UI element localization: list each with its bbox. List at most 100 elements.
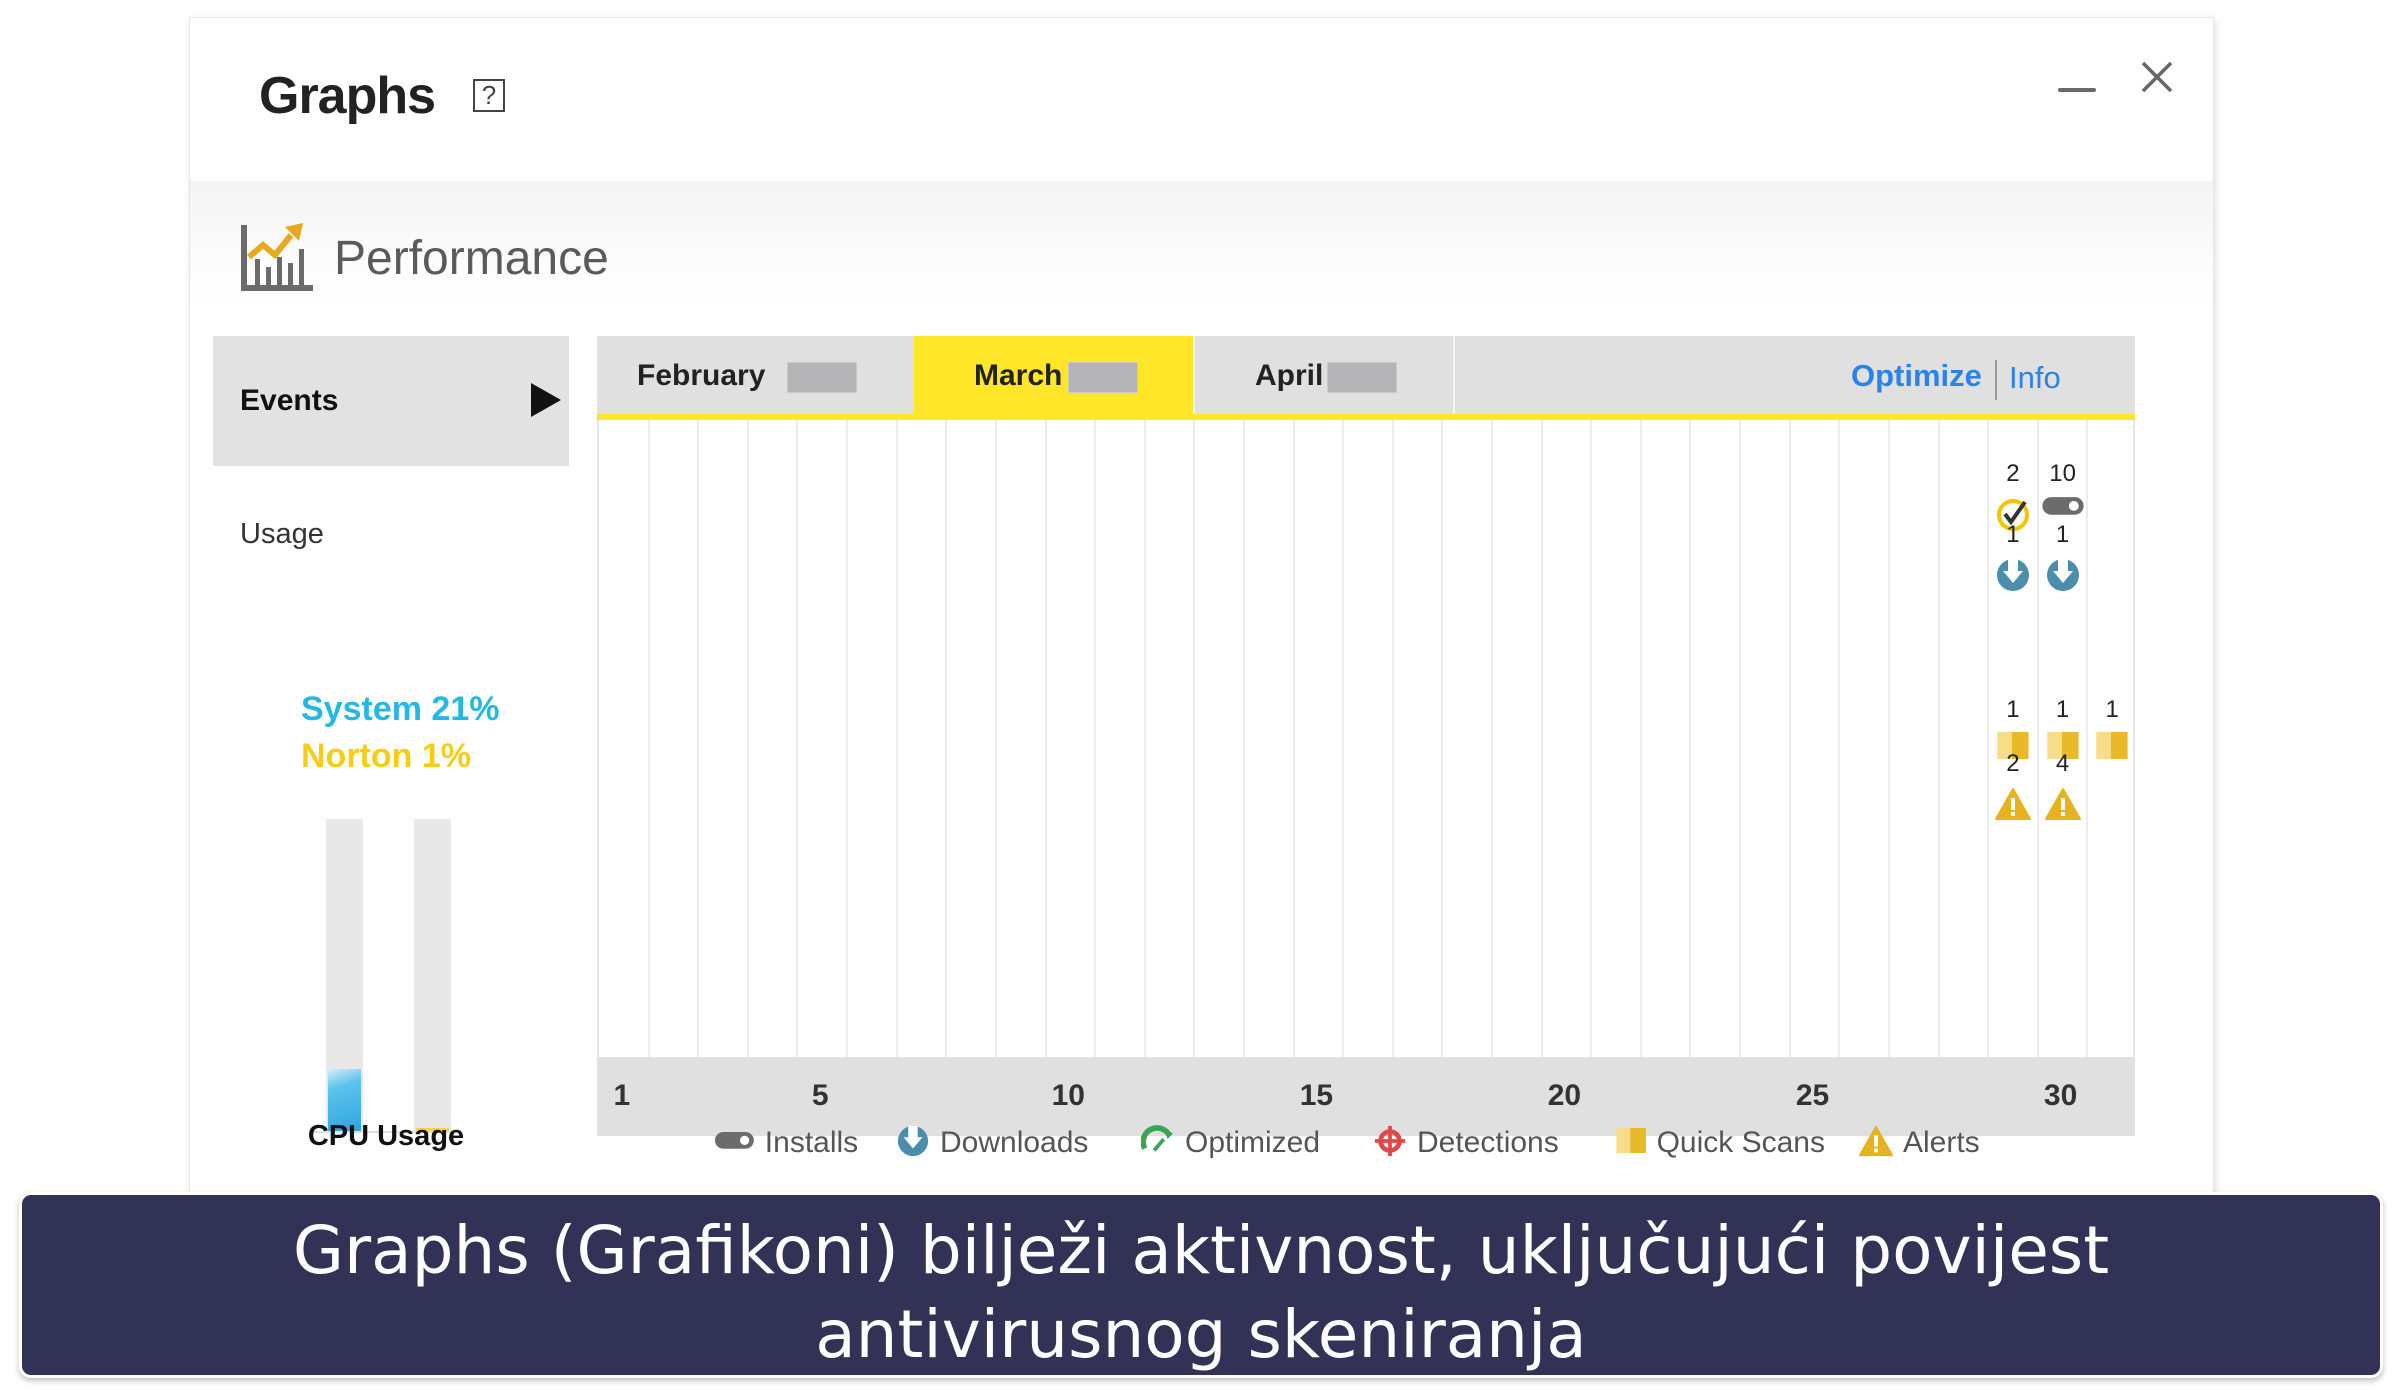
grid-line: [1044, 420, 1047, 1057]
warning-icon[interactable]: [2044, 786, 2081, 827]
grid-line: [1639, 420, 1642, 1057]
event-count: 1: [2006, 696, 2020, 723]
grid-line: [647, 420, 650, 1057]
grid-line: [2036, 420, 2039, 1057]
grid-line: [1391, 420, 1394, 1057]
x-tick-label: 20: [1547, 1079, 1582, 1112]
scan-block-icon[interactable]: [2096, 732, 2128, 764]
caption-banner: Graphs (Grafikoni) bilježi aktivnost, uk…: [19, 1192, 2383, 1378]
tab-march[interactable]: March: [914, 336, 1193, 414]
event-count: 4: [2055, 750, 2070, 777]
tab-divider: [1453, 336, 1455, 414]
event-count: 2: [2006, 460, 2020, 487]
optimize-link[interactable]: Optimize: [1851, 358, 1982, 394]
x-tick-label: 5: [811, 1079, 829, 1112]
warning-icon: [1859, 1124, 1893, 1163]
sidebar-item-events[interactable]: Events: [213, 336, 569, 466]
norton-usage-label: Norton 1%: [301, 737, 471, 775]
grid-line: [1342, 420, 1345, 1057]
system-usage-label: System 21%: [301, 690, 500, 728]
legend-item-optimized: Optimized: [1140, 1118, 1321, 1168]
legend-item-downloads: Downloads: [896, 1118, 1088, 1168]
legend-label: Alerts: [1903, 1126, 1980, 1159]
month-tabs: February March April Optimize Info: [597, 336, 2135, 414]
legend-label: Detections: [1417, 1126, 1559, 1159]
event-count: 10: [2049, 460, 2076, 487]
grid-line: [994, 420, 997, 1057]
norton-cpu-bar: [414, 819, 451, 1131]
warning-icon[interactable]: [1994, 786, 2031, 827]
x-tick-label: 25: [1795, 1079, 1830, 1112]
grid-line: [1937, 420, 1940, 1057]
toggle-pill-icon: [714, 1131, 755, 1155]
legend-label: Installs: [764, 1126, 859, 1159]
link-divider: [1995, 360, 1997, 400]
event-count: 1: [2055, 696, 2070, 723]
window-title: Graphs: [259, 67, 436, 125]
grid-line: [1838, 420, 1841, 1057]
scan-block-icon: [1616, 1127, 1647, 1159]
legend-label: Quick Scans: [1656, 1126, 1825, 1159]
chart-legend: Installs Downloads Optimized Detections Quic…: [1, 1118, 2399, 1168]
event-count: 1: [2055, 521, 2070, 548]
grid-line: [1491, 420, 1494, 1057]
events-chart: February March April Optimize Info 2 10 1 1…: [597, 336, 2135, 1136]
info-link[interactable]: Info: [2009, 360, 2061, 396]
grid-line: [1788, 420, 1791, 1057]
grid-line: [1193, 420, 1196, 1057]
chart-grid: 2 10 1 1 1 1 1 2 4: [597, 420, 2135, 1057]
download-circle-icon[interactable]: [2045, 557, 2081, 598]
section-header: Performance: [190, 181, 2213, 311]
grid-line: [1987, 420, 1990, 1057]
sidebar-item-usage[interactable]: Usage: [240, 518, 324, 551]
legend-item-detections: Detections: [1373, 1118, 1559, 1168]
grid-line: [1292, 420, 1295, 1057]
gauge-icon: [1140, 1124, 1175, 1163]
tab-february[interactable]: February: [597, 336, 914, 414]
events-label: Events: [240, 384, 339, 417]
caption-line-2: antivirusnog skeniranja: [815, 1296, 1587, 1373]
tab-label: March: [974, 359, 1063, 392]
grid-line: [1689, 420, 1692, 1057]
grid-line: [1739, 420, 1742, 1057]
grid-line: [895, 420, 898, 1057]
close-button[interactable]: [2140, 60, 2174, 94]
tab-april[interactable]: April: [1195, 336, 1453, 414]
grid-line: [846, 420, 849, 1057]
toggle-pill-icon[interactable]: [2041, 496, 2084, 521]
grid-line: [1143, 420, 1146, 1057]
x-tick-label: 1: [613, 1079, 631, 1112]
system-cpu-bar: [326, 819, 363, 1131]
event-count: 1: [2006, 521, 2020, 548]
crosshair-icon: [1373, 1124, 1407, 1163]
caption-line-1: Graphs (Grafikoni) bilježi aktivnost, uk…: [292, 1212, 2110, 1289]
download-circle-icon[interactable]: [1995, 557, 2031, 598]
x-tick-label: 15: [1299, 1079, 1334, 1112]
tab-swatch: [1068, 362, 1138, 393]
grid-line: [796, 420, 799, 1057]
grid-line: [697, 420, 700, 1057]
grid-line: [1441, 420, 1444, 1057]
caption-text: Graphs (Grafikoni) bilježi aktivnost, uk…: [22, 1209, 2380, 1377]
legend-item-alerts: Alerts: [1859, 1118, 1980, 1168]
tab-label: April: [1255, 359, 1324, 392]
x-tick-label: 30: [2043, 1079, 2078, 1112]
tab-swatch: [1327, 362, 1397, 393]
grid-line: [1242, 420, 1245, 1057]
play-arrow-icon: [531, 383, 561, 417]
grid-line: [2086, 420, 2089, 1057]
x-tick-label: 10: [1051, 1079, 1085, 1112]
legend-label: Optimized: [1185, 1126, 1321, 1159]
legend-item-quick-scans: Quick Scans: [1616, 1118, 1825, 1168]
minimize-button[interactable]: [2058, 74, 2098, 104]
grid-line: [1540, 420, 1543, 1057]
grid-line: [1590, 420, 1593, 1057]
tab-label: February: [637, 359, 766, 392]
performance-chart-icon: [241, 223, 313, 291]
section-title: Performance: [334, 232, 609, 285]
event-count: 1: [2105, 696, 2119, 723]
download-circle-icon: [896, 1124, 930, 1163]
event-count: 2: [2006, 750, 2020, 777]
help-icon[interactable]: ?: [473, 79, 505, 112]
close-icon: [2141, 61, 2173, 93]
